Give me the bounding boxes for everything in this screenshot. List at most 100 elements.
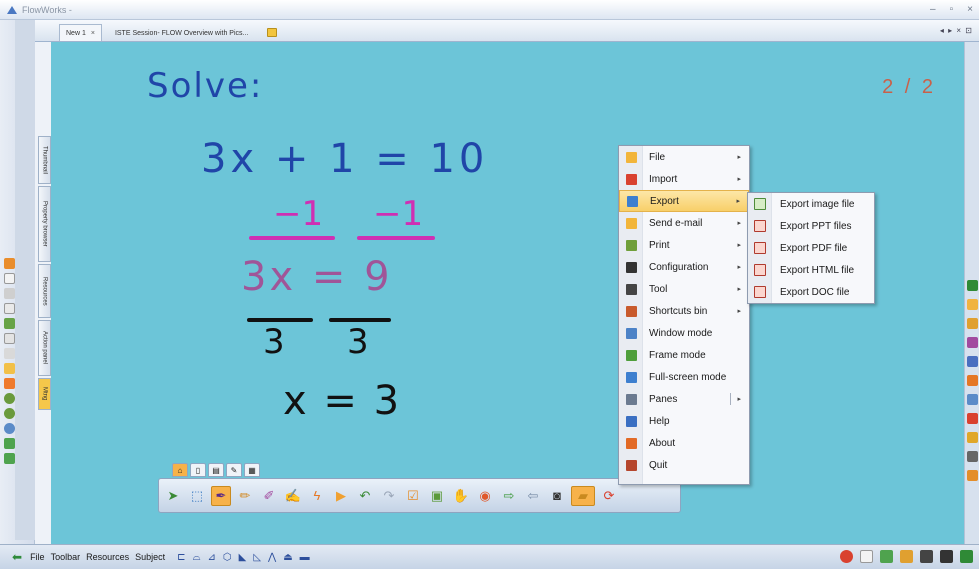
submenu-item-export-doc-file[interactable]: Export DOC file [748,281,874,303]
page-tab-icon[interactable]: ▯ [190,463,206,477]
pen-icon[interactable]: ✒ [211,485,231,506]
cube-icon[interactable]: ⬡ [223,552,232,563]
new-page-icon[interactable]: ▣ [427,486,447,506]
home-tab-icon[interactable]: ⌂ [172,463,188,477]
right-marker-icon[interactable] [967,337,978,348]
delete-page-icon[interactable] [4,378,15,389]
minimize-button[interactable]: – [930,4,936,15]
undo-icon[interactable]: ↶ [355,486,375,506]
right-brush-icon[interactable] [967,318,978,329]
text-pen-icon[interactable]: ✍ [283,486,303,506]
new-tab-folder-icon[interactable] [267,28,278,37]
restore-button[interactable]: ▫ [950,4,954,15]
tab-iste-session[interactable]: ISTE Session- FLOW Overview with Pics... [108,24,255,41]
right-flash-icon[interactable] [967,470,978,481]
right-camera-icon[interactable] [967,451,978,462]
add-page-icon[interactable] [4,318,15,329]
trash-icon[interactable] [940,550,953,563]
brush-icon[interactable]: ✏ [235,486,255,506]
tab-close-icon[interactable]: × [91,30,95,37]
page-tool-icon[interactable] [4,273,15,284]
magic-pen-icon[interactable]: ϟ [307,486,327,506]
line-icon[interactable]: ▬ [300,552,310,563]
bottom-resources[interactable]: Resources [86,552,129,562]
forward-arrow-icon[interactable] [960,550,973,563]
right-shape-icon[interactable] [967,394,978,405]
right-pen-icon[interactable] [967,299,978,310]
menu-item-send-e-mail[interactable]: Send e-mail ▸ [619,212,749,234]
pan-hand-icon[interactable]: ✋ [451,486,471,506]
menu-item-configuration[interactable]: Configuration ▸ [619,256,749,278]
page-bottom-icon[interactable] [860,550,873,563]
bottom-toolbar[interactable]: Toolbar [51,552,81,562]
main-menu-folder-icon[interactable]: ▰ [571,485,595,506]
menu-item-window-mode[interactable]: Window mode [619,322,749,344]
menu-item-help[interactable]: Help [619,410,749,432]
export-left-icon[interactable] [4,453,15,464]
record-icon[interactable]: ◉ [475,486,495,506]
prev-page-icon[interactable]: ⇦ [523,486,543,506]
refresh-icon[interactable]: ⟳ [599,486,619,506]
menu-item-panes[interactable]: Panes ▸ [619,388,749,410]
menu-item-shortcuts-bin[interactable]: Shortcuts bin ▸ [619,300,749,322]
menu-item-about[interactable]: About [619,432,749,454]
tab-resources[interactable]: Resources [38,264,51,318]
monitor-icon[interactable] [880,550,893,563]
save-icon[interactable] [4,438,15,449]
zoom-out-icon[interactable] [4,408,15,419]
set-square-icon[interactable]: ◺ [253,552,261,563]
media-tab-icon[interactable]: ▦ [244,463,260,477]
highlighter-icon[interactable]: ✐ [259,486,279,506]
bottom-file[interactable]: File [30,552,45,562]
blank-page-icon[interactable] [4,333,15,344]
right-eraser-icon[interactable] [967,413,978,424]
camera-icon[interactable]: ◙ [547,486,567,506]
right-arrow-tool-icon[interactable] [967,280,978,291]
tools-tab-icon[interactable]: ✎ [226,463,242,477]
zoom-fit-icon[interactable] [4,423,15,434]
tools-bottom-icon[interactable] [920,550,933,563]
submenu-item-export-html-file[interactable]: Export HTML file [748,259,874,281]
back-arrow-icon[interactable]: ⬅ [12,550,22,564]
chart-icon[interactable] [900,550,913,563]
shape-icon[interactable]: ▶ [331,486,351,506]
copy-tool-icon[interactable] [4,288,15,299]
compass-icon[interactable]: ⊿ [207,552,215,563]
hand-icon[interactable] [4,363,15,374]
paste-tool-icon[interactable] [4,303,15,314]
shape-icon[interactable]: ⏏ [283,552,292,563]
divider-icon[interactable]: ⋀ [268,552,276,563]
tab-navigation[interactable]: ◂ ▸ × ⊡ [940,26,973,35]
menu-item-tool[interactable]: Tool ▸ [619,278,749,300]
region-select-icon[interactable]: ⬚ [187,486,207,506]
menu-item-full-screen-mode[interactable]: Full-screen mode [619,366,749,388]
submenu-item-export-image-file[interactable]: Export image file [748,193,874,215]
tab-mtng[interactable]: Mtng [38,378,51,410]
edit-box-icon[interactable]: ☑ [403,486,423,506]
ruler-icon[interactable]: ⊏ [177,552,185,563]
duplicate-icon[interactable] [4,348,15,359]
menu-item-quit[interactable]: Quit [619,454,749,476]
menu-item-print[interactable]: Print ▸ [619,234,749,256]
close-button[interactable]: × [967,4,973,15]
right-text-icon[interactable] [967,356,978,367]
select-arrow-icon[interactable]: ➤ [163,486,183,506]
triangle-icon[interactable]: ◣ [239,552,247,563]
tab-action-panel[interactable]: Action panel [38,320,51,376]
next-page-icon[interactable]: ⇨ [499,486,519,506]
tab-new-1[interactable]: New 1 × [59,24,102,41]
menu-item-import[interactable]: Import ▸ [619,168,749,190]
menu-item-file[interactable]: File ▸ [619,146,749,168]
folder-tab-icon[interactable]: ▤ [208,463,224,477]
right-hand-icon[interactable] [967,432,978,443]
menu-item-export[interactable]: Export ▸ [619,190,749,212]
bottom-subject[interactable]: Subject [135,552,165,562]
right-magic-icon[interactable] [967,375,978,386]
tab-property-browser[interactable]: Property browser [38,186,51,262]
edit-tool-icon[interactable] [4,258,15,269]
refresh-bottom-icon[interactable] [840,550,853,563]
redo-icon[interactable]: ↷ [379,486,399,506]
zoom-in-icon[interactable] [4,393,15,404]
protractor-icon[interactable]: ⌓ [193,552,201,563]
submenu-item-export-pdf-file[interactable]: Export PDF file [748,237,874,259]
